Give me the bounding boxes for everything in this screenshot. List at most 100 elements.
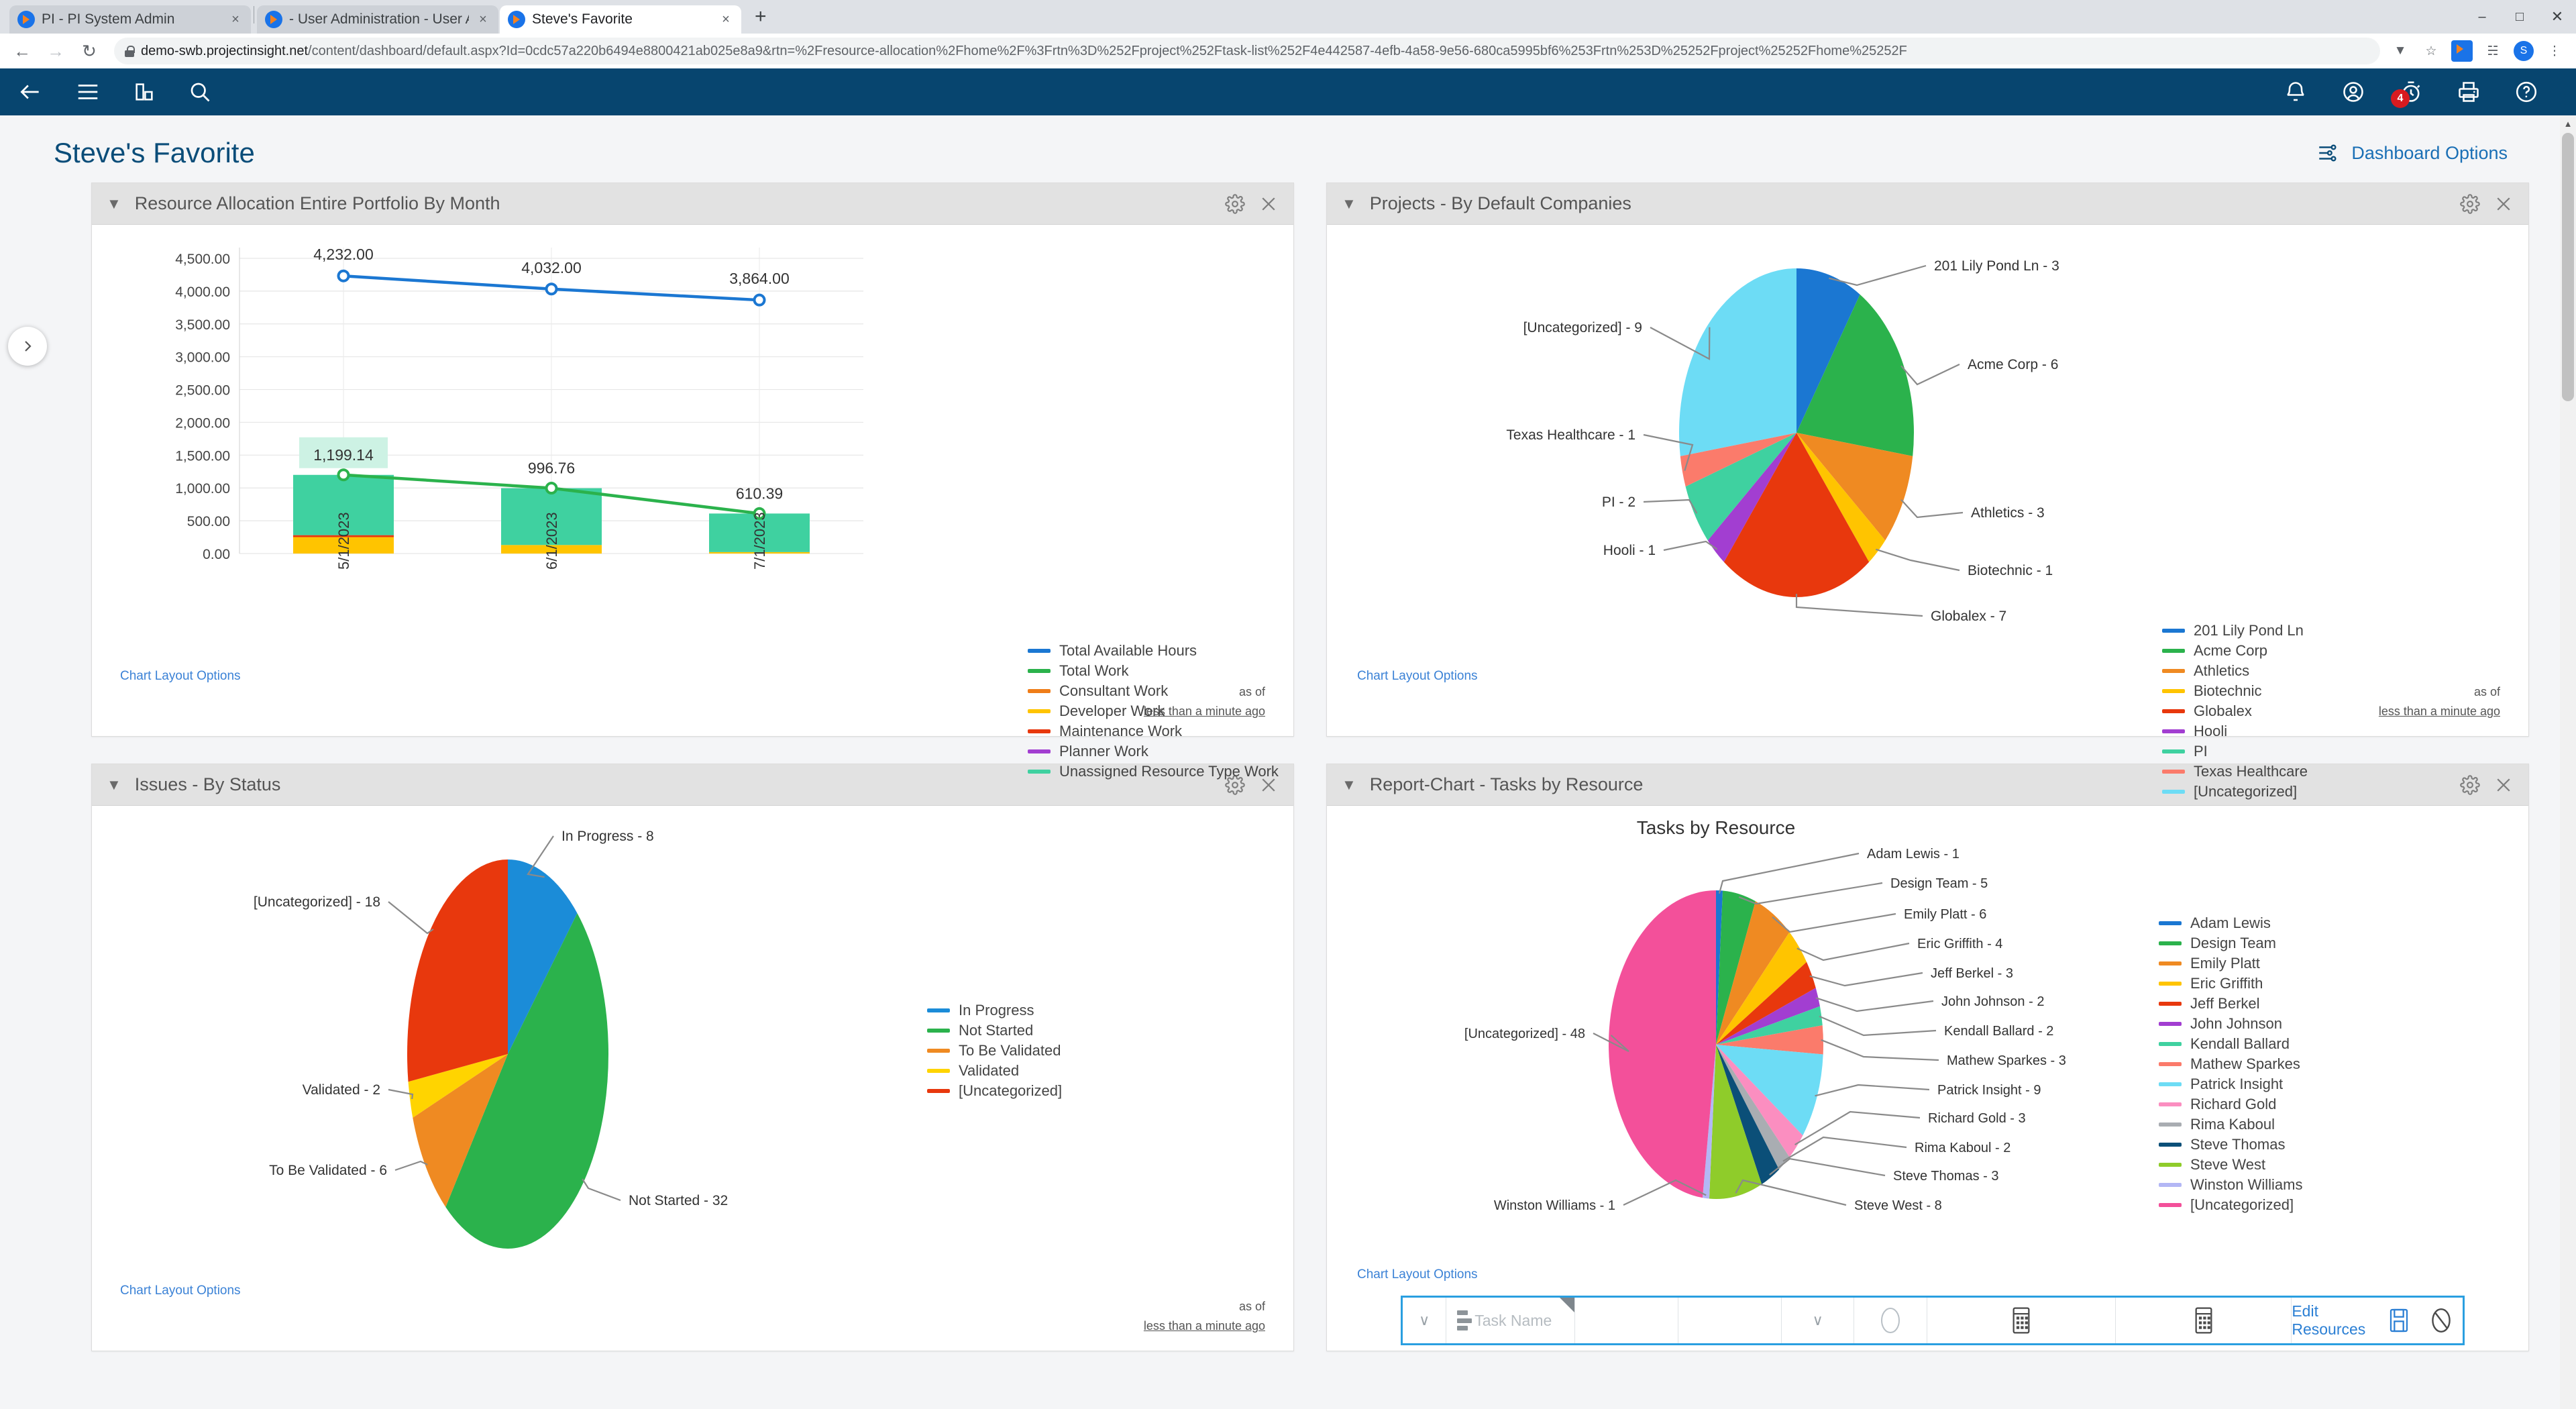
legend-item[interactable]: Unassigned Resource Type Work [1028, 762, 1279, 782]
row-expand-chevron[interactable]: ∨ [1403, 1298, 1447, 1343]
tab-close-icon[interactable]: × [228, 12, 243, 28]
legend-item[interactable]: Design Team [2159, 933, 2302, 953]
scroll-up-arrow[interactable]: ▲ [2560, 115, 2576, 132]
legend-item[interactable]: Kendall Ballard [2159, 1034, 2302, 1054]
star-icon[interactable]: ☆ [2420, 40, 2442, 62]
legend-item[interactable]: Richard Gold [2159, 1094, 2302, 1114]
legend-item[interactable]: Planner Work [1028, 741, 1279, 762]
legend-item[interactable]: Steve Thomas [2159, 1135, 2302, 1155]
legend-item[interactable]: Athletics [2162, 661, 2308, 681]
chevron-down-icon[interactable]: ▼ [1342, 776, 1356, 794]
edit-resources-link[interactable]: Edit Resources [2292, 1298, 2377, 1343]
task-column-3[interactable] [1678, 1298, 1782, 1343]
share-icon[interactable]: ▼ [2390, 40, 2411, 62]
legend-item[interactable]: Globalex [2162, 701, 2308, 721]
pie-slice[interactable] [1609, 890, 1716, 1198]
legend-item[interactable]: Emily Platt [2159, 953, 2302, 974]
extensions-puzzle-icon[interactable]: ☵ [2482, 40, 2504, 62]
data-point[interactable] [337, 468, 350, 482]
chart-layout-options-link[interactable]: Chart Layout Options [120, 1284, 241, 1298]
tab-close-icon[interactable]: × [476, 12, 490, 28]
task-status-dropdown[interactable]: ∨ [1782, 1298, 1855, 1343]
legend-item[interactable]: Not Started [927, 1021, 1062, 1041]
search-icon[interactable] [188, 80, 212, 104]
new-tab-button[interactable]: + [755, 5, 767, 28]
cancel-button[interactable] [2420, 1298, 2463, 1343]
legend-item[interactable]: Total Available Hours [1028, 641, 1279, 661]
help-icon[interactable] [2514, 80, 2538, 104]
legend-item[interactable]: Adam Lewis [2159, 913, 2302, 933]
hamburger-menu-icon[interactable] [75, 79, 101, 105]
browser-menu-icon[interactable]: ⋮ [2544, 40, 2565, 62]
legend-item[interactable]: Jeff Berkel [2159, 994, 2302, 1014]
legend-item[interactable]: John Johnson [2159, 1014, 2302, 1034]
bar-chart-icon[interactable] [133, 81, 156, 103]
task-column-2[interactable] [1575, 1298, 1678, 1343]
legend-item[interactable]: In Progress [927, 1000, 1062, 1021]
legend-item[interactable]: Eric Griffith [2159, 974, 2302, 994]
close-icon[interactable] [2493, 775, 2514, 795]
drag-handle-icon[interactable] [1457, 1310, 1472, 1330]
as-of-value[interactable]: less than a minute ago [1144, 1316, 1265, 1336]
data-point[interactable] [753, 293, 766, 307]
app-back-icon[interactable] [17, 79, 43, 105]
legend-item[interactable]: Texas Healthcare [2162, 762, 2308, 782]
printer-icon[interactable] [2457, 80, 2481, 104]
close-icon[interactable] [1258, 194, 1279, 214]
close-icon[interactable] [2493, 194, 2514, 214]
extension-pi-icon[interactable] [2451, 40, 2473, 62]
task-finish-date-picker[interactable] [2116, 1298, 2292, 1343]
chevron-down-icon[interactable]: ▼ [107, 776, 121, 794]
legend-item[interactable]: Rima Kaboul [2159, 1114, 2302, 1135]
legend-item[interactable]: Mathew Sparkes [2159, 1054, 2302, 1074]
pie-slice[interactable] [1679, 268, 1796, 456]
legend-item[interactable]: Acme Corp [2162, 641, 2308, 661]
data-point[interactable] [545, 482, 558, 495]
profile-avatar[interactable]: S [2513, 40, 2534, 62]
task-progress-circle[interactable] [1854, 1298, 1928, 1343]
legend-item[interactable]: [Uncategorized] [927, 1081, 1062, 1101]
as-of-value[interactable]: less than a minute ago [2379, 702, 2500, 721]
pie-slice[interactable] [407, 859, 508, 1082]
legend-item[interactable]: Biotechnic [2162, 681, 2308, 701]
timer-icon[interactable]: 4 [2391, 80, 2423, 108]
legend-item[interactable]: Validated [927, 1061, 1062, 1081]
browser-tab-3[interactable]: Steve's Favorite × [500, 5, 741, 34]
chart-layout-options-link[interactable]: Chart Layout Options [1357, 1267, 1478, 1282]
expand-sidebar-button[interactable] [8, 327, 47, 366]
legend-item[interactable]: [Uncategorized] [2162, 782, 2308, 802]
tab-close-icon[interactable]: × [718, 12, 733, 28]
legend-item[interactable]: 201 Lily Pond Ln [2162, 621, 2308, 641]
legend-item[interactable]: Maintenance Work [1028, 721, 1279, 741]
save-button[interactable] [2377, 1298, 2420, 1343]
task-name-field[interactable]: Task Name [1446, 1298, 1575, 1343]
settings-icon[interactable] [2460, 774, 2480, 795]
data-point[interactable] [337, 269, 350, 282]
chart-layout-options-link[interactable]: Chart Layout Options [120, 669, 241, 684]
browser-tab-2[interactable]: - User Administration - User Adm × [257, 5, 498, 34]
as-of-value[interactable]: less than a minute ago [1144, 702, 1265, 721]
maximize-button[interactable]: □ [2501, 0, 2538, 34]
page-scrollbar[interactable]: ▲ [2560, 115, 2576, 1409]
legend-item[interactable]: Patrick Insight [2159, 1074, 2302, 1094]
legend-item[interactable]: Steve West [2159, 1155, 2302, 1175]
scrollbar-thumb[interactable] [2562, 133, 2574, 401]
chevron-down-icon[interactable]: ▼ [1342, 195, 1356, 213]
legend-item[interactable]: Hooli [2162, 721, 2308, 741]
window-close-button[interactable]: ✕ [2538, 0, 2576, 34]
chart-layout-options-link[interactable]: Chart Layout Options [1357, 669, 1478, 684]
legend-item[interactable]: PI [2162, 741, 2308, 762]
settings-icon[interactable] [1225, 193, 1245, 214]
settings-icon[interactable] [2460, 193, 2480, 214]
bell-icon[interactable] [2284, 80, 2308, 104]
data-point[interactable] [545, 282, 558, 296]
browser-tab-1[interactable]: PI - PI System Admin × [9, 5, 251, 34]
user-account-icon[interactable] [2341, 80, 2365, 104]
legend-item[interactable]: To Be Validated [927, 1041, 1062, 1061]
reload-icon[interactable]: ↻ [74, 36, 105, 66]
legend-item[interactable]: Total Work [1028, 661, 1279, 681]
dashboard-options-button[interactable]: Dashboard Options [2316, 142, 2541, 164]
legend-item[interactable]: [Uncategorized] [2159, 1195, 2302, 1215]
address-bar[interactable]: demo-swb.projectinsight.net/content/dash… [114, 38, 2380, 64]
legend-item[interactable]: Winston Williams [2159, 1175, 2302, 1195]
